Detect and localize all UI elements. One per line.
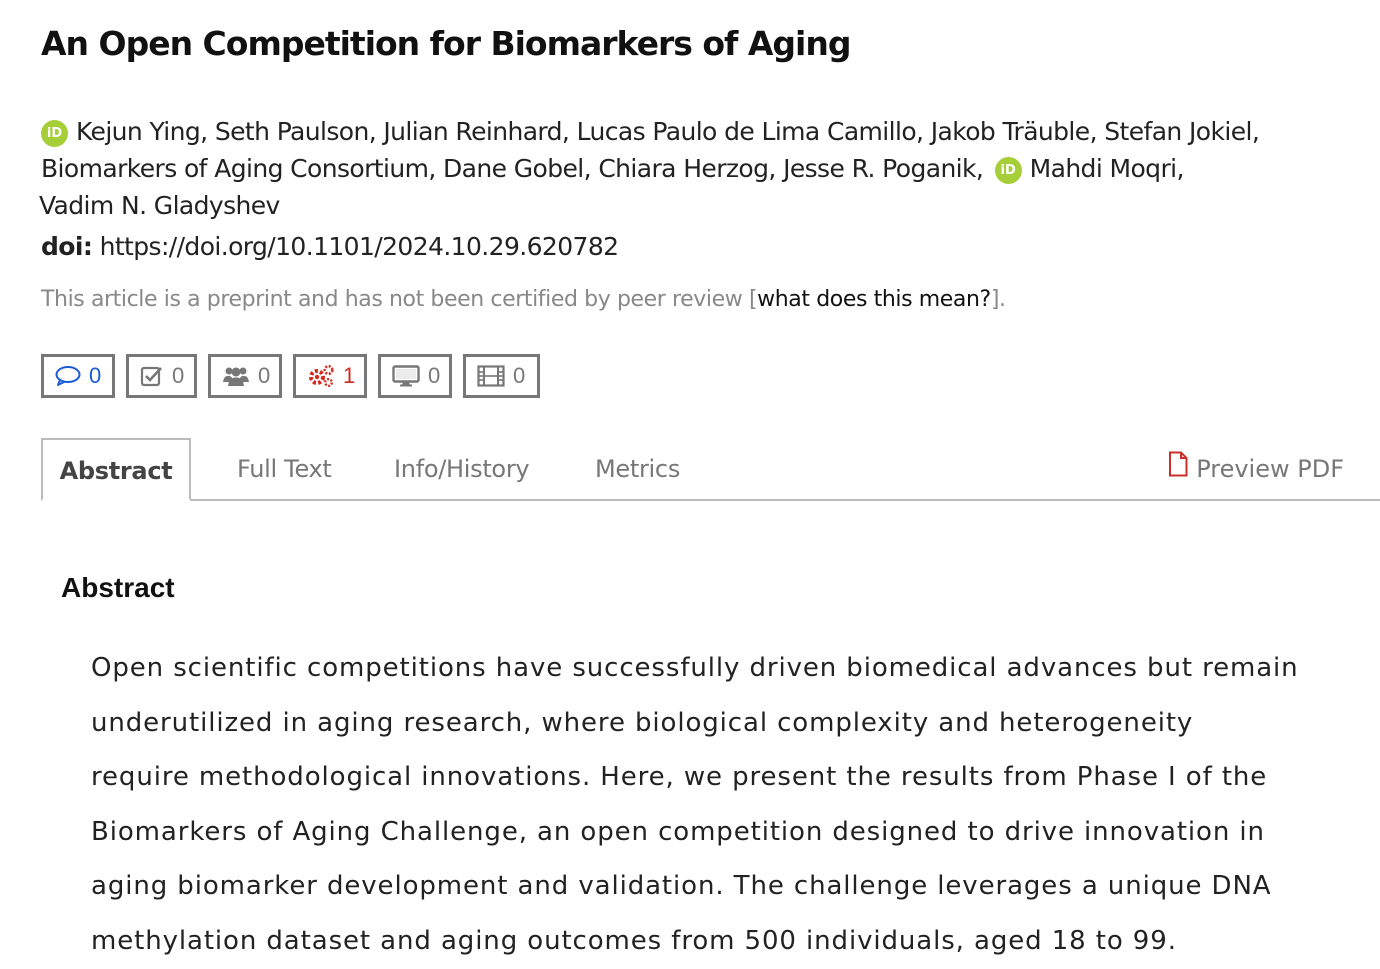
users-icon: [222, 365, 250, 387]
author-line-3: Vadim N. Gladyshev: [39, 187, 1281, 224]
checklist-icon: [140, 365, 164, 387]
abstract-line: underutilized in aging research, where b…: [91, 707, 1194, 738]
orcid-icon[interactable]: iD: [41, 120, 68, 147]
comment-icon: [55, 365, 81, 387]
preprint-notice-text: This article is a preprint and has not b…: [41, 287, 758, 312]
video-count: 0: [513, 363, 526, 388]
tab-metrics[interactable]: Metrics: [595, 438, 680, 499]
authors-text-2[interactable]: Biomarkers of Aging Consortium, Dane Gob…: [41, 154, 984, 183]
abstract-line: methylation dataset and aging outcomes f…: [91, 925, 1177, 956]
authors-text-3[interactable]: Vadim N. Gladyshev: [39, 191, 280, 220]
authors-text-1[interactable]: Kejun Ying, Seth Paulson, Julian Reinhar…: [76, 117, 1260, 146]
comments-counter[interactable]: 0: [41, 354, 115, 398]
community-counter[interactable]: 0: [208, 354, 282, 398]
preprint-notice-end: ].: [990, 287, 1006, 312]
preview-pdf-label: Preview PDF: [1196, 454, 1344, 483]
automated-counter[interactable]: 1: [293, 354, 367, 398]
activity-counters: 0 0 0 1 0 0: [41, 354, 540, 398]
abstract-body: Open scientific competitions have succes…: [91, 641, 1341, 969]
community-count: 0: [258, 363, 271, 388]
article-title: An Open Competition for Biomarkers of Ag…: [41, 24, 851, 63]
film-icon: [477, 365, 505, 387]
doi-label: doi:: [41, 232, 93, 261]
gears-icon: [307, 364, 335, 388]
tab-full-text[interactable]: Full Text: [237, 438, 332, 499]
preview-pdf-link[interactable]: Preview PDF: [1168, 438, 1344, 499]
monitor-icon: [392, 365, 420, 387]
tab-info-history[interactable]: Info/History: [394, 438, 530, 499]
video-counter[interactable]: 0: [463, 354, 540, 398]
comments-count: 0: [89, 363, 102, 388]
doi-link[interactable]: https://doi.org/10.1101/2024.10.29.62078…: [100, 232, 619, 261]
preprint-notice: This article is a preprint and has not b…: [41, 287, 1006, 312]
media-count: 0: [428, 363, 441, 388]
abstract-heading: Abstract: [61, 572, 175, 603]
reviews-counter[interactable]: 0: [126, 354, 197, 398]
abstract-line: aging biomarker development and validati…: [91, 871, 1272, 902]
author-line-1: iD Kejun Ying, Seth Paulson, Julian Reinh…: [41, 113, 1281, 150]
article-tabs: Abstract Full Text Info/History Metrics …: [41, 438, 1380, 501]
abstract-line: Open scientific competitions have succes…: [91, 653, 1299, 683]
abstract-line: Biomarkers of Aging Challenge, an open c…: [91, 816, 1265, 847]
authors-text-2b[interactable]: Mahdi Moqri,: [1030, 154, 1185, 183]
automated-count: 1: [343, 363, 356, 388]
reviews-count: 0: [172, 363, 185, 388]
doi-row: doi: https://doi.org/10.1101/2024.10.29.…: [41, 232, 619, 261]
what-does-this-mean-link[interactable]: what does this mean?: [757, 287, 991, 312]
media-counter[interactable]: 0: [378, 354, 452, 398]
author-list: iD Kejun Ying, Seth Paulson, Julian Reinh…: [39, 113, 1281, 224]
author-line-2: Biomarkers of Aging Consortium, Dane Gob…: [41, 150, 1281, 187]
tab-abstract[interactable]: Abstract: [41, 438, 191, 501]
pdf-file-icon: [1168, 438, 1188, 500]
abstract-line: require methodological innovations. Here…: [91, 762, 1268, 793]
orcid-icon[interactable]: iD: [994, 157, 1022, 184]
